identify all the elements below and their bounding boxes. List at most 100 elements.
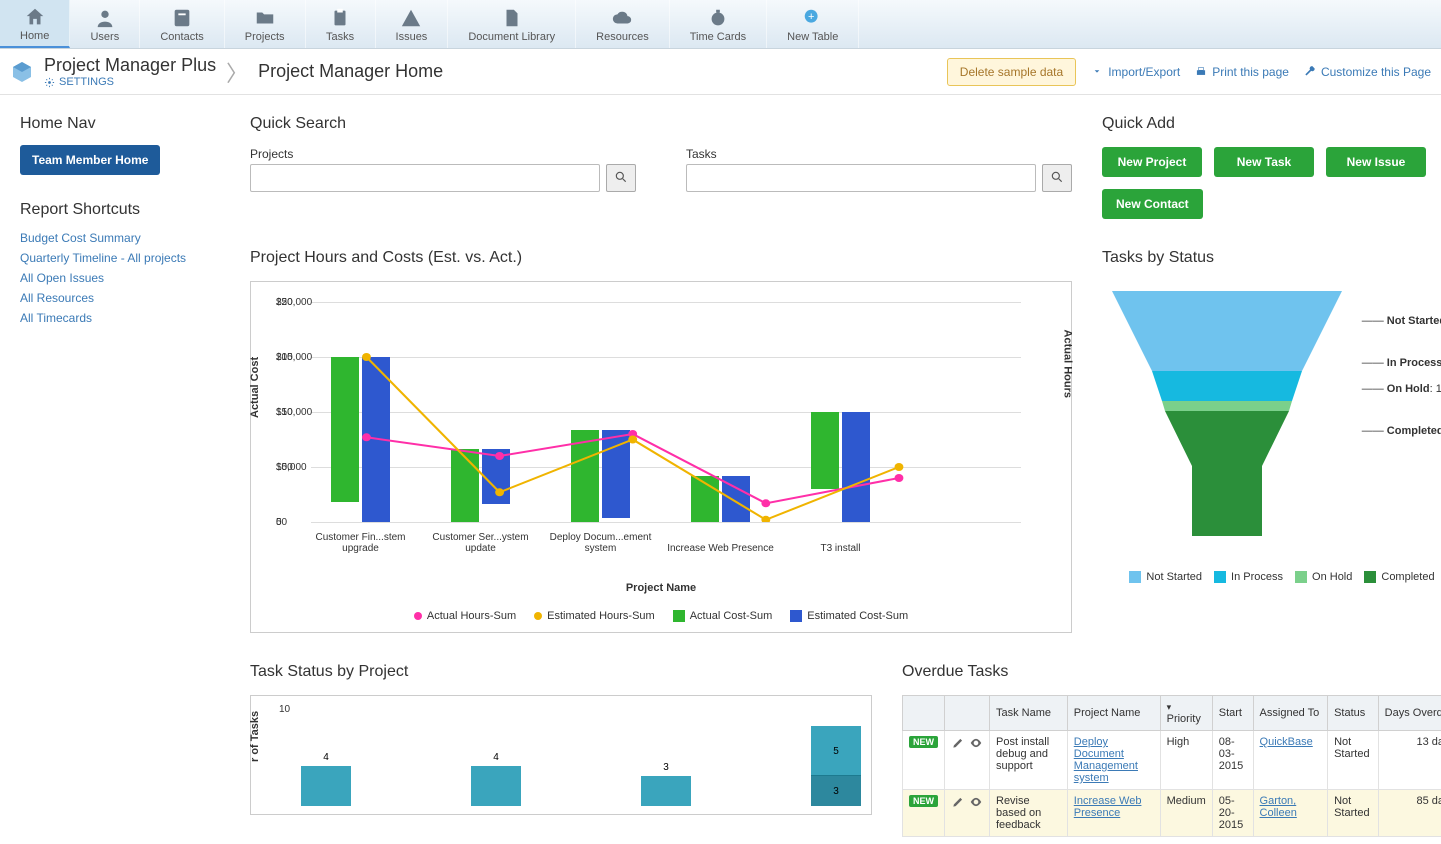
- nav-doclib[interactable]: Document Library: [448, 0, 576, 48]
- assignee-link[interactable]: QuickBase: [1260, 736, 1313, 748]
- quick-add: Quick Add New Project New Task New Issue…: [1102, 115, 1441, 219]
- contacts-icon: [171, 7, 193, 29]
- project-hours-chart-section: Project Hours and Costs (Est. vs. Act.) …: [250, 249, 1072, 633]
- assignee-link[interactable]: Garton, Colleen: [1260, 795, 1297, 819]
- import-export-link[interactable]: Import/Export: [1090, 65, 1180, 79]
- report-link-timecards[interactable]: All Timecards: [20, 311, 220, 325]
- overdue-title: Overdue Tasks: [902, 663, 1441, 681]
- svg-text:+: +: [808, 11, 814, 23]
- new-contact-button[interactable]: New Contact: [1102, 189, 1203, 219]
- view-icon[interactable]: [969, 736, 983, 750]
- new-issue-button[interactable]: New Issue: [1326, 147, 1426, 177]
- search-icon: [1050, 170, 1064, 184]
- delete-sample-button[interactable]: Delete sample data: [947, 58, 1076, 86]
- project-link[interactable]: Deploy Document Management system: [1074, 736, 1138, 784]
- nav-label: Users: [90, 31, 119, 43]
- page-title: Project Manager Home: [258, 61, 443, 82]
- y-axis-right-label: Actual Hours: [1061, 330, 1073, 398]
- report-link-issues[interactable]: All Open Issues: [20, 271, 220, 285]
- overdue-col-header[interactable]: [945, 696, 990, 731]
- new-project-button[interactable]: New Project: [1102, 147, 1202, 177]
- nav-contacts[interactable]: Contacts: [140, 0, 224, 48]
- nav-label: Contacts: [160, 31, 203, 43]
- nav-label: Tasks: [326, 31, 354, 43]
- clock-icon: [707, 7, 729, 29]
- import-export-icon: [1090, 65, 1104, 79]
- quick-search-title: Quick Search: [250, 115, 1072, 133]
- funnel-title: Tasks by Status: [1102, 249, 1441, 267]
- overdue-col-header[interactable]: Status: [1328, 696, 1379, 731]
- plus-icon: +: [802, 7, 824, 29]
- new-task-button[interactable]: New Task: [1214, 147, 1314, 177]
- app-title[interactable]: Project Manager Plus: [44, 55, 216, 76]
- overdue-col-header[interactable]: Start: [1212, 696, 1253, 731]
- app-cube-icon: [10, 60, 34, 84]
- team-member-home-button[interactable]: Team Member Home: [20, 145, 160, 175]
- warning-icon: [400, 7, 422, 29]
- overdue-col-header[interactable]: Task Name: [990, 696, 1068, 731]
- report-link-resources[interactable]: All Resources: [20, 291, 220, 305]
- nav-tasks[interactable]: Tasks: [306, 0, 376, 48]
- tasks-search-button[interactable]: [1042, 164, 1072, 192]
- funnel-chart: —— Not Started: —— In Process: 6 —— On H…: [1102, 281, 1441, 561]
- tasks-search-input[interactable]: [686, 164, 1036, 192]
- nav-label: Issues: [396, 31, 428, 43]
- nav-home[interactable]: Home: [0, 0, 70, 48]
- user-icon: [94, 7, 116, 29]
- project-chart: Actual Cost Actual Hours 500100$5,000150…: [250, 281, 1072, 633]
- document-icon: [501, 7, 523, 29]
- report-link-timeline[interactable]: Quarterly Timeline - All projects: [20, 251, 220, 265]
- overdue-col-header[interactable]: Days Overdue: [1378, 696, 1441, 731]
- cloud-icon: [611, 7, 633, 29]
- task-name-cell: Revise based on feedback: [990, 790, 1068, 837]
- customize-page-link[interactable]: Customize this Page: [1303, 65, 1431, 79]
- nav-timecards[interactable]: Time Cards: [670, 0, 767, 48]
- nav-issues[interactable]: Issues: [376, 0, 449, 48]
- settings-link[interactable]: SETTINGS: [44, 76, 216, 88]
- nav-resources[interactable]: Resources: [576, 0, 670, 48]
- quick-add-title: Quick Add: [1102, 115, 1441, 133]
- overdue-col-header[interactable]: Assigned To: [1253, 696, 1328, 731]
- overdue-col-header[interactable]: ▾Priority: [1160, 696, 1212, 731]
- print-page-link[interactable]: Print this page: [1194, 65, 1289, 79]
- new-badge: NEW: [909, 795, 938, 807]
- quick-search: Quick Search Projects Tasks: [250, 115, 1072, 219]
- clipboard-icon: [329, 7, 351, 29]
- overdue-col-header[interactable]: Project Name: [1067, 696, 1160, 731]
- view-icon[interactable]: [969, 795, 983, 809]
- folder-icon: [254, 7, 276, 29]
- top-nav: Home Users Contacts Projects Tasks Issue…: [0, 0, 1441, 49]
- home-icon: [24, 6, 46, 28]
- wrench-icon: [1303, 65, 1317, 79]
- edit-icon[interactable]: [951, 795, 965, 809]
- report-shortcuts-title: Report Shortcuts: [20, 201, 220, 219]
- funnel-legend: Not Started In Process On Hold Completed: [1102, 571, 1441, 583]
- nav-users[interactable]: Users: [70, 0, 140, 48]
- search-icon: [614, 170, 628, 184]
- report-link-budget[interactable]: Budget Cost Summary: [20, 231, 220, 245]
- print-icon: [1194, 65, 1208, 79]
- sidebar: Home Nav Team Member Home Report Shortcu…: [20, 115, 220, 837]
- edit-icon[interactable]: [951, 736, 965, 750]
- projects-label: Projects: [250, 147, 636, 161]
- projects-search-input[interactable]: [250, 164, 600, 192]
- tasks-label: Tasks: [686, 147, 1072, 161]
- nav-label: Projects: [245, 31, 285, 43]
- overdue-tasks-section: Overdue Tasks Task NameProject Name▾Prio…: [902, 663, 1441, 837]
- overdue-col-header[interactable]: [903, 696, 945, 731]
- breadcrumb-bar: Project Manager Plus SETTINGS 〉 Project …: [0, 49, 1441, 95]
- task-status-title: Task Status by Project: [250, 663, 872, 681]
- nav-newtable[interactable]: + New Table: [767, 0, 859, 48]
- projects-search-button[interactable]: [606, 164, 636, 192]
- new-badge: NEW: [909, 736, 938, 748]
- chart-legend: Actual Hours-Sum Estimated Hours-Sum Act…: [261, 610, 1061, 622]
- home-nav-title: Home Nav: [20, 115, 220, 133]
- task-name-cell: Post install debug and support: [990, 731, 1068, 790]
- overdue-table: Task NameProject Name▾PriorityStartAssig…: [902, 695, 1441, 837]
- nav-label: New Table: [787, 31, 838, 43]
- overdue-row: NEW Revise based on feedbackIncrease Web …: [903, 790, 1441, 837]
- project-link[interactable]: Increase Web Presence: [1074, 795, 1142, 819]
- nav-label: Resources: [596, 31, 649, 43]
- overdue-row: NEW Post install debug and supportDeploy …: [903, 731, 1441, 790]
- nav-projects[interactable]: Projects: [225, 0, 306, 48]
